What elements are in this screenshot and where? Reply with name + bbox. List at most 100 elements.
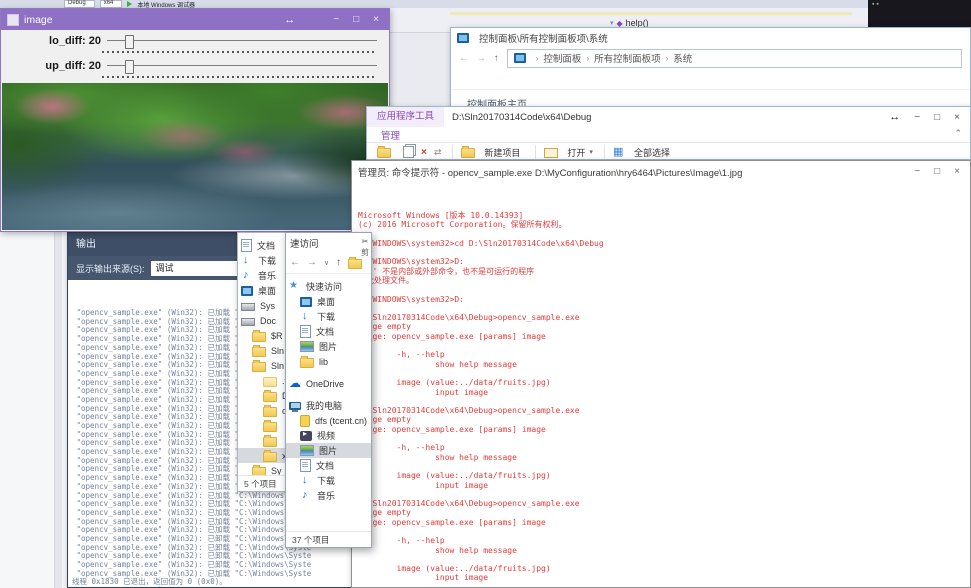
nav-item-icon bbox=[300, 414, 310, 427]
trackbar-thumb[interactable] bbox=[124, 35, 134, 49]
cmd-output-line: -h, --help bbox=[358, 443, 445, 453]
ribbon-button[interactable]: 打开 ▾ bbox=[531, 145, 593, 159]
tree-item-label: Sln bbox=[271, 360, 285, 371]
cut-icon[interactable]: ✂ bbox=[362, 236, 369, 247]
editor-highlight-strip bbox=[450, 12, 852, 15]
nav-item[interactable]: lib bbox=[286, 354, 371, 369]
nav-item[interactable]: 我的电脑 bbox=[286, 398, 371, 413]
tree-item-label: Sys bbox=[260, 300, 276, 311]
rename-icon[interactable]: ⇄ bbox=[434, 147, 442, 158]
nav-item-label: 音乐 bbox=[317, 491, 336, 501]
nav-item[interactable]: 音乐 bbox=[286, 488, 371, 503]
resize-cursor-icon: ↔ bbox=[284, 13, 296, 26]
quick-access-title: 速访问 bbox=[290, 238, 319, 250]
cmd-output-line: D:\Sln20170314Code\x64\Debug>opencv_samp… bbox=[358, 499, 580, 509]
nav-item[interactable]: 视频 bbox=[286, 428, 371, 443]
cmd-output-line bbox=[358, 583, 970, 587]
tree-item-icon bbox=[263, 376, 277, 387]
nav-item-label: lib bbox=[319, 356, 329, 367]
ribbon-collapse-icon[interactable]: ⌃ bbox=[954, 128, 962, 139]
breadcrumb-segment[interactable]: 控制面板 bbox=[543, 51, 581, 65]
cmd-titlebar: 管理员: 命令提示符 - opencv_sample.exe D:\MyConf… bbox=[352, 161, 970, 182]
cmd-output-line bbox=[358, 434, 970, 443]
nav-item[interactable]: 图片 bbox=[286, 443, 371, 458]
trackbar-thumb[interactable] bbox=[124, 60, 134, 74]
nav-item[interactable]: 桌面 bbox=[286, 294, 371, 309]
up-icon[interactable]: ↑ bbox=[494, 53, 499, 64]
delete-icon[interactable]: × bbox=[421, 147, 427, 158]
tree-item-icon bbox=[241, 269, 253, 281]
tree-item-label: Sln bbox=[271, 345, 285, 356]
back-icon[interactable]: ← bbox=[290, 257, 300, 268]
start-debug-icon[interactable] bbox=[127, 1, 133, 7]
trackbar: up_diff: 20 bbox=[1, 59, 385, 84]
caret-icon: ▾ bbox=[610, 20, 614, 27]
tree-item-label: 文档 bbox=[257, 241, 276, 251]
close-button[interactable]: × bbox=[954, 166, 960, 177]
maximize-button[interactable]: □ bbox=[934, 166, 940, 177]
maximize-button[interactable]: □ bbox=[353, 14, 359, 25]
nav-item-icon bbox=[300, 325, 311, 338]
nav-item[interactable]: 下载 bbox=[286, 473, 371, 488]
minimize-button[interactable]: − bbox=[914, 112, 920, 123]
control-panel-icon bbox=[457, 32, 469, 43]
nav-item-icon bbox=[300, 296, 312, 307]
tab-manage[interactable]: 管理 bbox=[367, 128, 414, 142]
trackbar-slider[interactable] bbox=[102, 34, 377, 56]
recent-locations-icon[interactable]: ∨ bbox=[324, 259, 329, 267]
maximize-button[interactable]: □ bbox=[934, 112, 940, 123]
minimize-button[interactable]: − bbox=[333, 14, 339, 25]
nav-item[interactable]: 文档 bbox=[286, 324, 371, 339]
ribbon-button[interactable]: 全部选择 bbox=[600, 145, 674, 159]
cmd-output-line bbox=[358, 555, 970, 564]
nav-item[interactable]: 快速访问 bbox=[286, 279, 371, 294]
cmd-output-line: D:\Sln20170314Code\x64\Debug>opencv_samp… bbox=[358, 406, 580, 416]
trackbar-label: up_diff: 20 bbox=[45, 60, 101, 72]
nav-item-icon bbox=[289, 280, 301, 292]
forward-icon[interactable]: → bbox=[307, 257, 317, 268]
nav-item-icon bbox=[289, 376, 301, 390]
up-icon[interactable]: ↑ bbox=[336, 257, 341, 268]
tree-item-icon bbox=[241, 239, 252, 252]
copy-icon[interactable] bbox=[403, 146, 414, 158]
tree-item-icon bbox=[241, 303, 255, 311]
ribbon-button-label: 全部选择 bbox=[633, 147, 670, 158]
close-button[interactable]: × bbox=[373, 14, 379, 25]
nav-item[interactable]: OneDrive bbox=[286, 376, 371, 391]
control-panel-title: 控制面板\所有控制面板项\系统 bbox=[479, 33, 608, 45]
nav-item-icon bbox=[300, 474, 312, 486]
ribbon-button[interactable]: 新建项目 bbox=[448, 145, 524, 159]
quick-access-window: 速访问 ✂ 剪 ← → ∨ ↑ 快速访问 桌面 bbox=[285, 232, 372, 548]
tree-item-icon bbox=[252, 344, 266, 357]
breadcrumb-segment[interactable]: 所有控制面板项 bbox=[594, 51, 661, 65]
clipboard-group-fragment: ✂ 剪 bbox=[361, 236, 369, 258]
back-icon[interactable]: ← bbox=[459, 53, 469, 64]
breadcrumb-segment[interactable]: 系统 bbox=[673, 51, 692, 65]
trackbar: lo_diff: 20 bbox=[1, 34, 385, 59]
nav-item-label: 文档 bbox=[316, 327, 335, 337]
pin-folder-icon[interactable] bbox=[377, 146, 391, 158]
cmd-output-line: 'D:' 不是内部或外部命令，也不是可运行的程序 bbox=[358, 266, 535, 276]
cmd-output-line bbox=[358, 229, 970, 238]
nav-item[interactable]: 图片 bbox=[286, 339, 371, 354]
minimize-button[interactable]: − bbox=[914, 166, 920, 177]
nav-item-label: 我的电脑 bbox=[306, 401, 343, 411]
cmd-output-line: Usage: opencv_sample.exe [params] image bbox=[358, 517, 546, 527]
tree-item-label: 桌面 bbox=[258, 286, 277, 296]
forward-icon[interactable]: → bbox=[477, 53, 487, 64]
cmd-output-line: show help message bbox=[358, 545, 517, 555]
cmd-output-line: image (value:../data/fruits.jpg) bbox=[358, 471, 551, 481]
debug-config-dropdown[interactable]: Debug bbox=[64, 0, 95, 8]
cmd-output-line: D:\Sln20170314Code\x64\Debug>opencv_samp… bbox=[358, 313, 580, 323]
cmd-output-line: input image bbox=[358, 480, 489, 490]
cmd-output-line bbox=[358, 369, 970, 378]
trackbar-slider[interactable] bbox=[102, 59, 377, 81]
close-button[interactable]: × bbox=[954, 112, 960, 123]
breadcrumb[interactable]: › 控制面板 › 所有控制面板项 › 系统 bbox=[506, 48, 962, 68]
nav-item[interactable]: 下载 bbox=[286, 309, 371, 324]
nav-item[interactable]: 文档 bbox=[286, 458, 371, 473]
breadcrumb-separator-icon: › bbox=[535, 53, 539, 63]
cmd-output-line bbox=[358, 462, 970, 471]
platform-dropdown[interactable]: x64 bbox=[99, 0, 123, 8]
nav-item[interactable]: dfs (tcent.cn) bbox=[286, 413, 371, 428]
